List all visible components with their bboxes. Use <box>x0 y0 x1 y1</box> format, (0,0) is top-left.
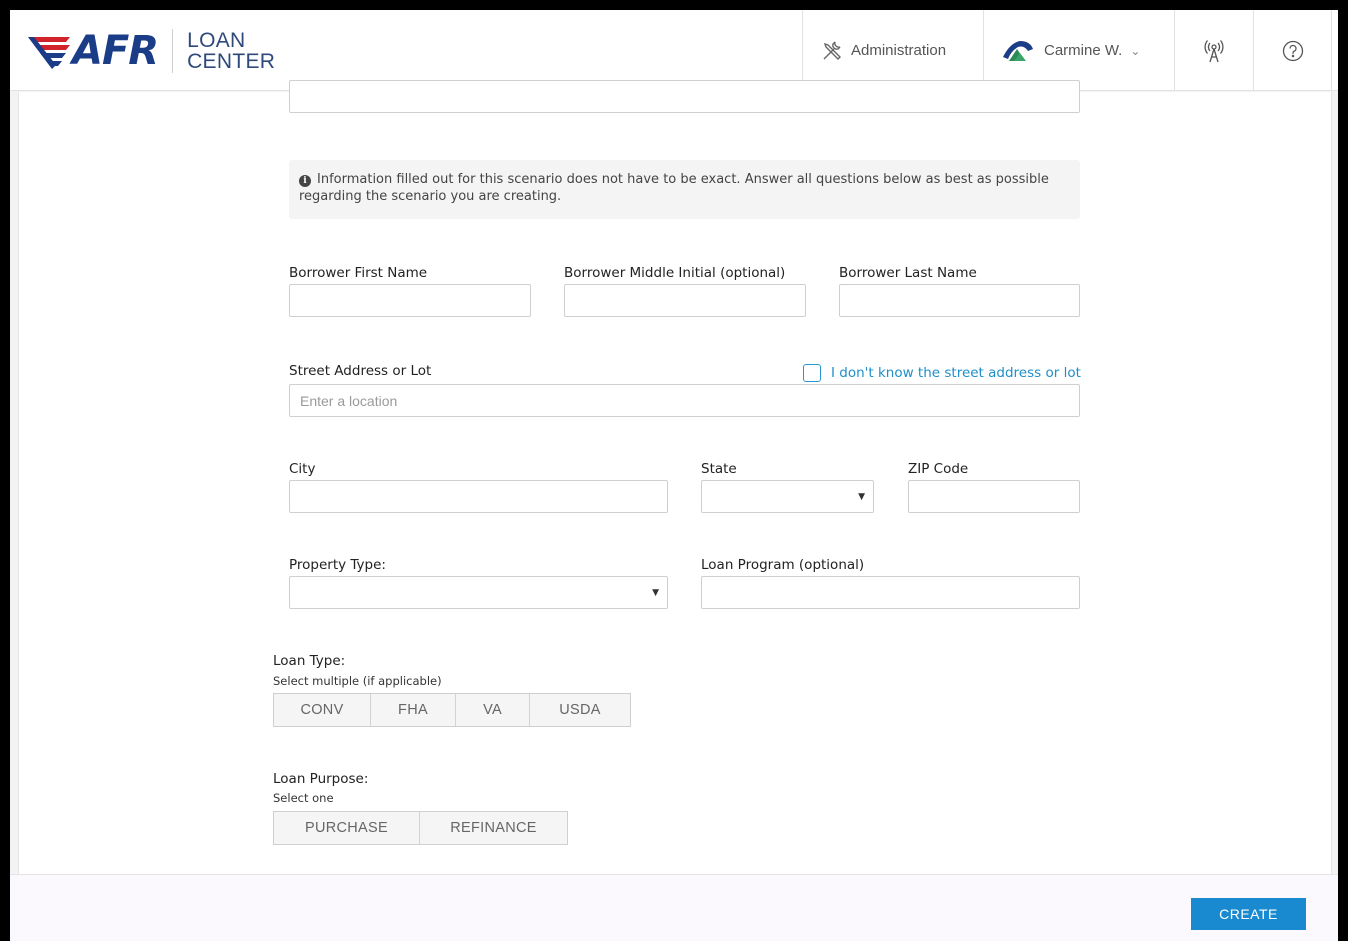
middle-initial-label: Borrower Middle Initial (optional) <box>564 265 786 281</box>
broadcast-tower-icon <box>1204 39 1224 62</box>
logo-divider <box>172 29 174 73</box>
previous-field-input[interactable] <box>289 80 1080 113</box>
top-header: AFR LOAN CENTER Administration Carmine W… <box>10 10 1338 91</box>
create-button[interactable]: CREATE <box>1191 898 1306 930</box>
logo-afr-text: AFR <box>72 28 159 74</box>
street-address-input[interactable]: Enter a location <box>289 384 1080 417</box>
dropdown-caret-icon: ▼ <box>858 492 865 502</box>
administration-label: Administration <box>851 42 947 59</box>
logo-loan-center-text: LOAN CENTER <box>187 30 275 72</box>
dropdown-caret-icon: ▼ <box>652 588 659 598</box>
property-type-label: Property Type: <box>289 557 386 573</box>
app-window: AFR LOAN CENTER Administration Carmine W… <box>10 10 1338 941</box>
loan-program-label: Loan Program (optional) <box>701 557 865 573</box>
afr-loan-center-logo[interactable]: AFR LOAN CENTER <box>26 26 275 76</box>
help-icon <box>1282 40 1303 61</box>
form-footer <box>10 874 1338 941</box>
tools-icon <box>823 41 841 60</box>
loan-purpose-refinance[interactable]: REFINANCE <box>420 812 567 844</box>
loan-type-usda[interactable]: USDA <box>530 694 630 726</box>
zip-code-input[interactable] <box>908 480 1080 513</box>
unknown-address-checkbox[interactable] <box>803 364 821 382</box>
first-name-input[interactable] <box>289 284 531 317</box>
loan-purpose-label: Loan Purpose: <box>273 771 369 787</box>
last-name-label: Borrower Last Name <box>839 265 977 281</box>
city-label: City <box>289 461 316 477</box>
loan-purpose-options: PURCHASE REFINANCE <box>273 811 568 845</box>
user-avatar-icon <box>1002 34 1034 67</box>
middle-initial-input[interactable] <box>564 284 806 317</box>
first-name-label: Borrower First Name <box>289 265 428 281</box>
loan-type-options: CONV FHA VA USDA <box>273 693 631 727</box>
state-select[interactable]: ▼ <box>701 480 874 513</box>
loan-type-conv[interactable]: CONV <box>274 694 371 726</box>
user-name: Carmine W. <box>1044 42 1123 59</box>
scenario-form: i Information filled out for this scenari… <box>18 80 1332 874</box>
loan-purpose-hint: Select one <box>273 791 334 805</box>
afr-flag-logo-icon <box>28 37 70 69</box>
loan-type-va[interactable]: VA <box>456 694 530 726</box>
chevron-down-icon: ⌄ <box>1130 43 1141 58</box>
last-name-input[interactable] <box>839 284 1080 317</box>
loan-purpose-purchase[interactable]: PURCHASE <box>274 812 420 844</box>
city-input[interactable] <box>289 480 668 513</box>
loan-type-hint: Select multiple (if applicable) <box>273 674 442 688</box>
logo-line-1: LOAN <box>187 29 246 52</box>
broadcast-button[interactable] <box>1174 10 1253 91</box>
info-notice: i Information filled out for this scenari… <box>289 160 1080 219</box>
help-button[interactable] <box>1253 10 1332 91</box>
administration-menu[interactable]: Administration <box>802 10 983 91</box>
loan-program-input[interactable] <box>701 576 1080 609</box>
street-address-placeholder: Enter a location <box>300 393 398 409</box>
street-address-label: Street Address or Lot <box>289 363 432 379</box>
loan-type-label: Loan Type: <box>273 653 346 669</box>
loan-type-fha[interactable]: FHA <box>371 694 456 726</box>
info-icon: i <box>299 175 311 187</box>
info-text: Information filled out for this scenario… <box>299 172 1049 204</box>
state-label: State <box>701 461 737 477</box>
user-menu[interactable]: Carmine W. ⌄ <box>983 10 1174 91</box>
logo-line-2: CENTER <box>187 50 276 73</box>
property-type-select[interactable]: ▼ <box>289 576 668 609</box>
unknown-address-label[interactable]: I don't know the street address or lot <box>831 365 1081 381</box>
zip-code-label: ZIP Code <box>908 461 969 477</box>
